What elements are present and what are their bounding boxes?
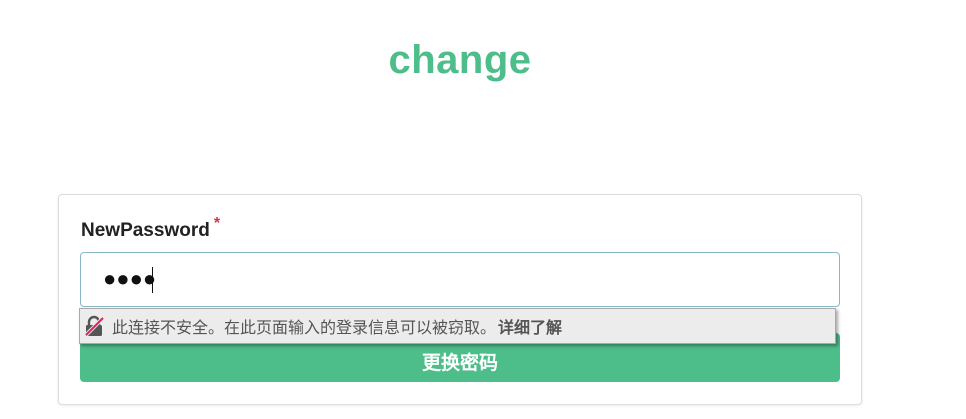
new-password-label: NewPassword xyxy=(81,220,210,241)
required-mark: * xyxy=(213,215,221,232)
insecure-lock-icon xyxy=(84,315,105,337)
change-password-page: change NewPassword * ●●●● 更换密码 此连接不安全。在此页… xyxy=(0,0,966,419)
text-caret xyxy=(152,267,153,293)
password-form-card: NewPassword * ●●●● 更换密码 xyxy=(58,194,862,405)
insecure-login-warning: 此连接不安全。在此页面输入的登录信息可以被窃取。 详细了解 xyxy=(79,308,836,344)
field-label-row: NewPassword * xyxy=(81,215,220,244)
password-masked-value: ●●●● xyxy=(103,266,157,291)
page-title: change xyxy=(388,38,532,82)
learn-more-link[interactable]: 详细了解 xyxy=(498,314,562,338)
new-password-input[interactable]: ●●●● xyxy=(80,252,840,307)
warning-message: 此连接不安全。在此页面输入的登录信息可以被窃取。 xyxy=(112,318,497,337)
